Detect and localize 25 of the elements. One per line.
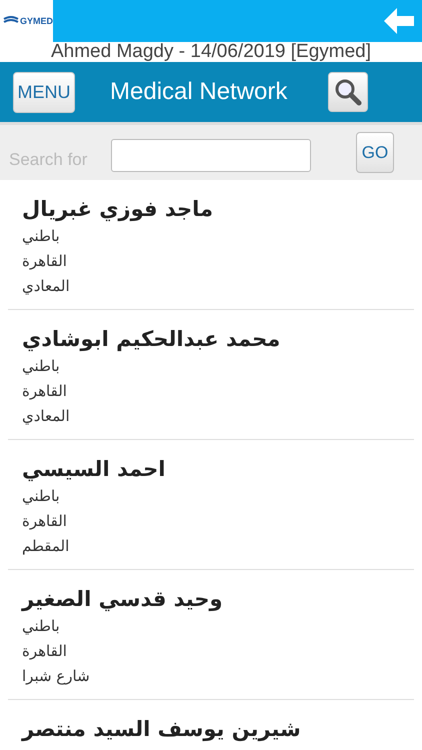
doctor-detail: القاهرة [22,381,67,402]
doctor-name[interactable]: ماجد فوزي غبريال [22,194,213,224]
doctor-name[interactable]: محمد عبدالحكيم ابوشادي [22,324,280,354]
doctor-detail: القاهرة [22,511,67,532]
doctor-detail: شارع شبرا [22,666,90,687]
logo-text: GYMED [20,16,53,26]
doctor-detail: المقطم [22,536,70,557]
doctor-name[interactable]: شيرين يوسف السيد منتصر [22,714,301,744]
doctor-detail: باطني [22,356,60,377]
doctor-detail: باطني [22,226,60,247]
doctor-detail: القاهرة [22,251,67,272]
search-field[interactable] [111,139,311,172]
doctor-name[interactable]: وحيد قدسي الصغير [22,584,223,614]
search-toggle-button[interactable] [328,72,368,112]
menu-button[interactable]: MENU [13,72,75,112]
user-info-text: Ahmed Magdy - 14/06/2019 [Egymed] [50,42,372,62]
go-button[interactable]: GO [356,132,394,173]
doctor-detail: المعادي [22,406,70,427]
doctor-detail: باطني [22,486,60,507]
doctor-name[interactable]: احمد السيسي [22,454,166,484]
doctor-detail: المعادي [22,276,70,297]
doctor-detail: القاهرة [22,641,67,662]
page-title: Medical Network [110,78,288,106]
doctor-detail: باطني [22,616,60,637]
back-arrow-icon[interactable] [384,8,414,34]
